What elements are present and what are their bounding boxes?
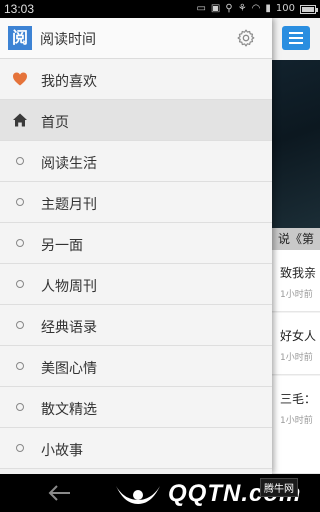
article-title: 好女人 bbox=[280, 329, 317, 343]
menu-icon-line bbox=[289, 37, 303, 39]
dot-icon bbox=[16, 444, 24, 452]
menu-icon-line bbox=[289, 42, 303, 44]
nav-item-people-weekly[interactable]: 人物周刊 bbox=[0, 264, 272, 305]
status-time: 13:03 bbox=[4, 2, 35, 16]
navigation-drawer: 阅 阅读时间 我的喜欢 首页 阅读生活 主题月刊 另一面 人物周刊 经典语录 美… bbox=[0, 18, 272, 474]
nav-item-short-stories[interactable]: 小故事 bbox=[0, 428, 272, 469]
debug-icon: ⚘ bbox=[237, 3, 247, 14]
heart-icon bbox=[13, 72, 27, 86]
article-time: 1小时前 bbox=[280, 290, 313, 300]
main-content: 说《第 致我亲 1小时前 好女人 1小时前 三毛： 1小时前 bbox=[272, 18, 320, 474]
article-title: 致我亲 bbox=[280, 266, 317, 280]
signal-icon: ▮ bbox=[265, 3, 271, 14]
app-title: 阅读时间 bbox=[40, 32, 96, 48]
article-title: 三毛： bbox=[280, 392, 317, 406]
system-nav-bar: QQTN.com 腾牛网 bbox=[0, 474, 320, 512]
status-bar: 13:03 ▭ ▣ ⚲ ⚘ ◠ ▮ 100 bbox=[0, 0, 320, 18]
article-time: 1小时前 bbox=[280, 353, 313, 363]
nav-item-label: 小故事 bbox=[41, 443, 83, 459]
dot-icon bbox=[16, 362, 24, 370]
gear-icon[interactable] bbox=[236, 28, 256, 48]
menu-icon-line bbox=[289, 32, 303, 34]
sim-icon: ▭ bbox=[196, 3, 206, 14]
app-logo: 阅 bbox=[8, 26, 32, 50]
nav-item-monthly[interactable]: 主题月刊 bbox=[0, 182, 272, 223]
nav-item-label: 主题月刊 bbox=[41, 197, 97, 213]
nav-item-label: 散文精选 bbox=[41, 402, 97, 418]
wifi-icon: ◠ bbox=[251, 3, 261, 14]
status-icons: ▭ ▣ ⚲ ⚘ ◠ ▮ 100 bbox=[196, 3, 318, 15]
content-header bbox=[272, 18, 320, 60]
dot-icon bbox=[16, 403, 24, 411]
dot-icon bbox=[16, 157, 24, 165]
usb-icon: ⚲ bbox=[225, 3, 233, 14]
hero-caption[interactable]: 说《第 bbox=[272, 228, 320, 250]
back-arrow-icon[interactable] bbox=[48, 484, 72, 502]
nav-item-essays[interactable]: 散文精选 bbox=[0, 387, 272, 428]
battery-level: 100 bbox=[275, 3, 295, 14]
nav-item-label: 另一面 bbox=[41, 238, 83, 254]
hero-image[interactable] bbox=[272, 60, 320, 228]
dot-icon bbox=[16, 321, 24, 329]
site-name: 腾牛网 bbox=[260, 478, 298, 497]
nav-item-quotes[interactable]: 经典语录 bbox=[0, 305, 272, 346]
drawer-header: 阅 阅读时间 bbox=[0, 18, 272, 59]
nav-item-pictures[interactable]: 美图心情 bbox=[0, 346, 272, 387]
screenshot-icon: ▣ bbox=[210, 3, 221, 14]
nav-item-label: 我的喜欢 bbox=[41, 74, 97, 90]
home-icon bbox=[13, 113, 27, 127]
nav-item-favorites[interactable]: 我的喜欢 bbox=[0, 59, 272, 100]
battery-icon bbox=[300, 4, 318, 14]
nav-item-label: 首页 bbox=[41, 115, 69, 131]
nav-item-label: 美图心情 bbox=[41, 361, 97, 377]
nav-list: 我的喜欢 首页 阅读生活 主题月刊 另一面 人物周刊 经典语录 美图心情 散文精… bbox=[0, 59, 272, 469]
dot-icon bbox=[16, 280, 24, 288]
article-item[interactable]: 三毛： 1小时前 bbox=[272, 376, 320, 474]
article-time: 1小时前 bbox=[280, 416, 313, 426]
nav-item-label: 阅读生活 bbox=[41, 156, 97, 172]
menu-button[interactable] bbox=[282, 26, 310, 50]
nav-item-label: 经典语录 bbox=[41, 320, 97, 336]
nav-item-reading-life[interactable]: 阅读生活 bbox=[0, 141, 272, 182]
dot-icon bbox=[16, 198, 24, 206]
article-item[interactable]: 好女人 1小时前 bbox=[272, 313, 320, 375]
dot-icon bbox=[16, 239, 24, 247]
nav-item-label: 人物周刊 bbox=[41, 279, 97, 295]
nav-item-home[interactable]: 首页 bbox=[0, 100, 272, 141]
nav-item-other-side[interactable]: 另一面 bbox=[0, 223, 272, 264]
bull-logo-icon bbox=[116, 486, 160, 504]
article-item[interactable]: 致我亲 1小时前 bbox=[272, 250, 320, 312]
